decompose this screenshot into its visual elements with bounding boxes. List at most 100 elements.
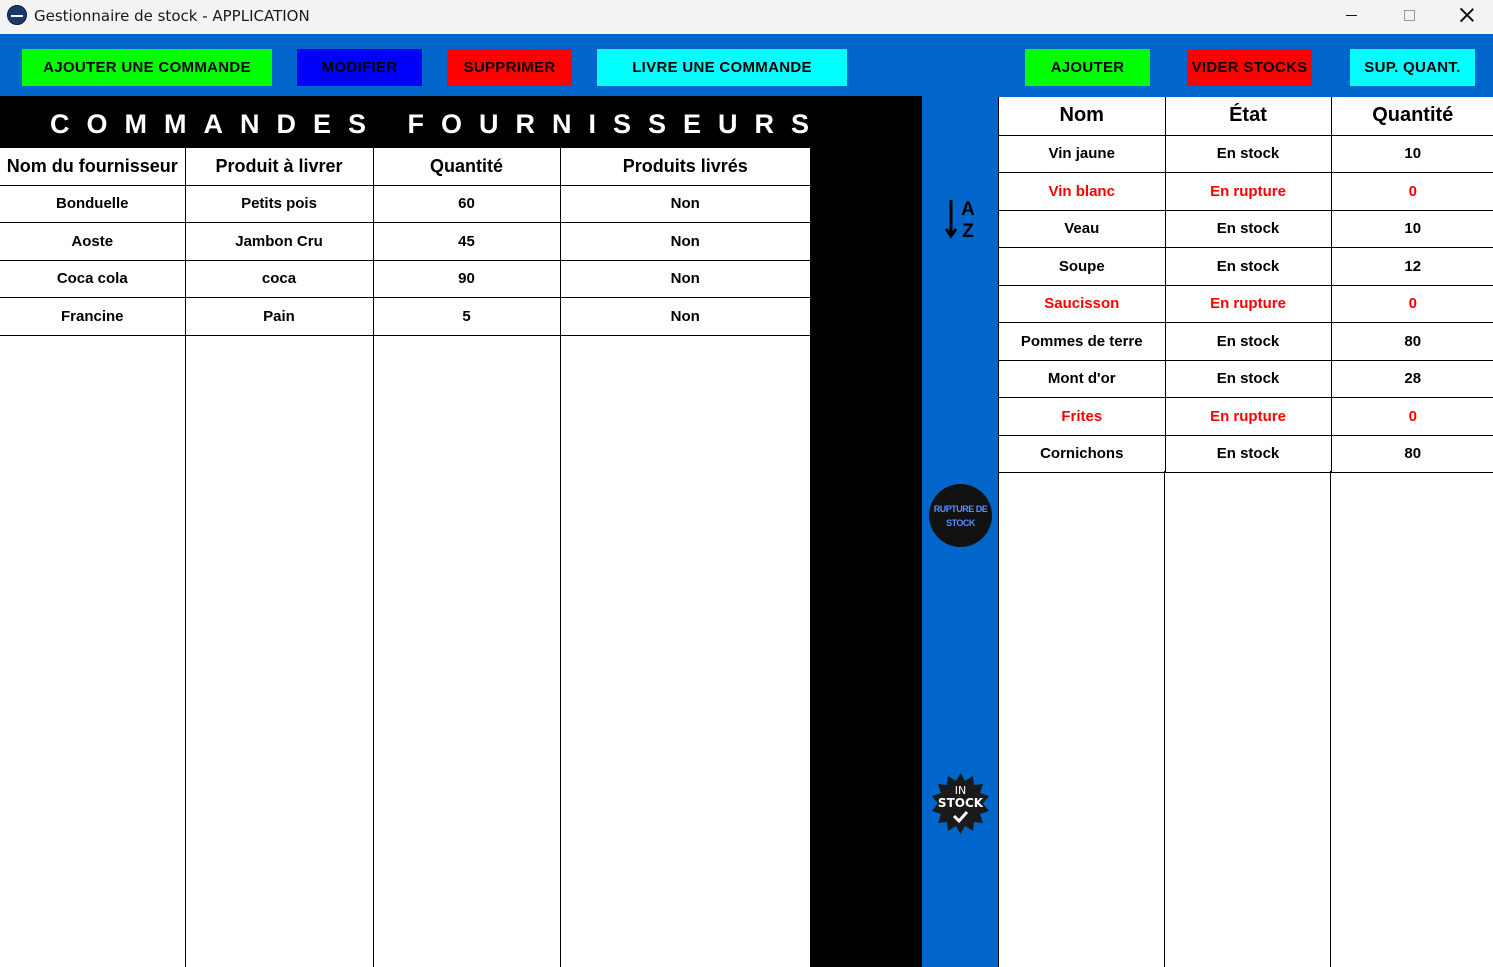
table-row[interactable]: Francine Pain 5 Non	[0, 297, 810, 336]
cell-name: Veau	[999, 210, 1166, 248]
table-row[interactable]: Frites En rupture 0	[999, 397, 1493, 436]
cell-state: En stock	[1165, 210, 1332, 248]
header-delivered[interactable]: Produits livrés	[560, 148, 810, 186]
cell-name: Pommes de terre	[999, 322, 1166, 361]
header-supplier-name[interactable]: Nom du fournisseur	[0, 148, 186, 186]
cell-quantity: 12	[1331, 247, 1493, 286]
cell-name: Vin blanc	[999, 172, 1166, 211]
empty-stocks-button[interactable]: VIDER STOCKS	[1187, 49, 1312, 86]
column-divider	[560, 335, 561, 967]
add-stock-button[interactable]: AJOUTER	[1025, 49, 1150, 86]
cell-quantity: 0	[1331, 285, 1493, 323]
column-divider	[1330, 471, 1331, 967]
cell-delivered: Non	[560, 260, 810, 298]
table-row[interactable]: Coca cola coca 90 Non	[0, 260, 810, 298]
close-icon	[1460, 8, 1474, 22]
column-divider	[185, 335, 186, 967]
header-name[interactable]: Nom	[999, 97, 1166, 136]
cell-quantity: 10	[1331, 135, 1493, 173]
cell-name: Mont d'or	[999, 360, 1166, 398]
cell-quantity: 0	[1331, 172, 1493, 211]
cell-state: En stock	[1165, 360, 1332, 398]
minimize-button[interactable]	[1322, 0, 1380, 30]
maximize-icon	[1403, 9, 1415, 21]
modify-button[interactable]: MODIFIER	[297, 49, 422, 86]
cell-quantity: 10	[1331, 210, 1493, 248]
table-row[interactable]: Cornichons En stock 80	[999, 435, 1493, 473]
cell-supplier: Aoste	[0, 222, 186, 261]
cell-quantity: 90	[373, 260, 561, 298]
add-order-button[interactable]: AJOUTER UNE COMMANDE	[22, 49, 272, 86]
column-divider	[1164, 471, 1165, 967]
stock-table-container: Nom État Quantité Vin jaune En stock 10 Vin…	[998, 97, 1493, 967]
header-quantity[interactable]: Quantité	[373, 148, 561, 186]
cell-supplier: Francine	[0, 297, 186, 336]
minimize-icon	[1345, 14, 1357, 16]
orders-table-container: Nom du fournisseur Produit à livrer Quan…	[0, 148, 810, 967]
column-divider	[373, 335, 374, 967]
table-row[interactable]: Mont d'or En stock 28	[999, 360, 1493, 398]
table-row[interactable]: Veau En stock 10	[999, 210, 1493, 248]
close-button[interactable]	[1438, 0, 1493, 30]
cell-delivered: Non	[560, 297, 810, 336]
stock-table[interactable]: Nom État Quantité Vin jaune En stock 10 Vin…	[999, 97, 1493, 473]
cell-state: En stock	[1165, 435, 1332, 473]
table-row[interactable]: Aoste Jambon Cru 45 Non	[0, 222, 810, 261]
app-logo-icon	[7, 5, 27, 25]
orders-title: COMMANDES FOURNISSEURS	[50, 109, 827, 139]
sort-az-icon[interactable]: A Z	[944, 197, 980, 241]
cell-state: En rupture	[1165, 172, 1332, 211]
cell-product: Pain	[185, 297, 374, 336]
cell-state: En stock	[1165, 135, 1332, 173]
cell-product: coca	[185, 260, 374, 298]
remove-quantity-button[interactable]: SUP. QUANT.	[1350, 49, 1475, 86]
cell-quantity: 28	[1331, 360, 1493, 398]
table-row[interactable]: Saucisson En rupture 0	[999, 285, 1493, 323]
cell-name: Frites	[999, 397, 1166, 436]
cell-name: Soupe	[999, 247, 1166, 286]
out-of-stock-filter-button[interactable]: RUPTURE DE STOCK	[929, 484, 992, 547]
cell-state: En stock	[1165, 247, 1332, 286]
in-stock-filter-button[interactable]: IN STOCK	[929, 772, 992, 835]
orders-table[interactable]: Nom du fournisseur Produit à livrer Quan…	[0, 148, 810, 336]
rupture-label-line1: RUPTURE DE	[933, 503, 988, 514]
deliver-order-button[interactable]: LIVRE UNE COMMANDE	[597, 49, 847, 86]
cell-name: Saucisson	[999, 285, 1166, 323]
cell-quantity: 80	[1331, 322, 1493, 361]
cell-delivered: Non	[560, 222, 810, 261]
cell-supplier: Coca cola	[0, 260, 186, 298]
cell-state: En rupture	[1165, 285, 1332, 323]
table-row[interactable]: Pommes de terre En stock 80	[999, 322, 1493, 361]
cell-quantity: 80	[1331, 435, 1493, 473]
svg-text:Z: Z	[962, 221, 974, 241]
cell-product: Petits pois	[185, 185, 374, 223]
header-state[interactable]: État	[1165, 97, 1332, 136]
cell-quantity: 60	[373, 185, 561, 223]
cell-name: Vin jaune	[999, 135, 1166, 173]
stock-header-row: Nom État Quantité	[999, 97, 1493, 136]
title-bar: Gestionnaire de stock - APPLICATION	[0, 0, 1493, 34]
cell-quantity: 5	[373, 297, 561, 336]
cell-delivered: Non	[560, 185, 810, 223]
table-row[interactable]: Vin blanc En rupture 0	[999, 172, 1493, 211]
cell-quantity: 0	[1331, 397, 1493, 436]
in-stock-label-line2: STOCK	[938, 796, 984, 810]
svg-text:A: A	[961, 199, 975, 220]
maximize-button[interactable]	[1380, 0, 1438, 30]
cell-product: Jambon Cru	[185, 222, 374, 261]
table-row[interactable]: Soupe En stock 12	[999, 247, 1493, 286]
cell-quantity: 45	[373, 222, 561, 261]
header-product[interactable]: Produit à livrer	[185, 148, 374, 186]
table-row[interactable]: Bonduelle Petits pois 60 Non	[0, 185, 810, 223]
delete-button[interactable]: SUPPRIMER	[447, 49, 572, 86]
cell-state: En stock	[1165, 322, 1332, 361]
header-quantity[interactable]: Quantité	[1331, 97, 1493, 136]
rupture-label-line2: STOCK	[946, 517, 975, 528]
window-title: Gestionnaire de stock - APPLICATION	[34, 7, 310, 25]
orders-header-row: Nom du fournisseur Produit à livrer Quan…	[0, 148, 810, 186]
cell-state: En rupture	[1165, 397, 1332, 436]
rupture-label: RUPTURE DE STOCK	[934, 502, 988, 530]
cell-supplier: Bonduelle	[0, 185, 186, 223]
table-row[interactable]: Vin jaune En stock 10	[999, 135, 1493, 173]
cell-name: Cornichons	[999, 435, 1166, 473]
